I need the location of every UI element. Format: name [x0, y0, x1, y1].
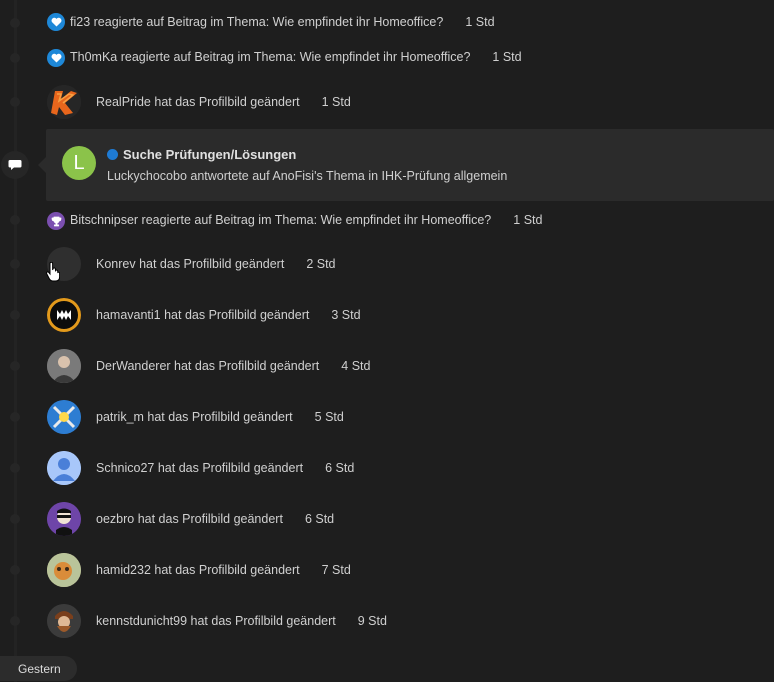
activity-text[interactable]: Schnico27 hat das Profilbild geändert	[96, 461, 303, 475]
activity-item[interactable]: RealPride hat das Profilbild geändert 1 S…	[96, 95, 351, 109]
timeline-dot	[10, 514, 20, 524]
day-separator-label: Gestern	[0, 656, 77, 681]
avatar[interactable]: L	[62, 146, 96, 180]
activity-text[interactable]: Th0mKa reagierte auf Beitrag im Thema: W…	[70, 50, 470, 64]
activity-text[interactable]: fi23 reagierte auf Beitrag im Thema: Wie…	[70, 15, 443, 29]
timeline-dot	[10, 97, 20, 107]
timeline-dot	[10, 463, 20, 473]
avatar[interactable]	[47, 451, 81, 485]
activity-time: 6 Std	[304, 512, 335, 526]
avatar[interactable]	[47, 349, 81, 383]
timeline-dot	[10, 565, 20, 575]
activity-item[interactable]: DerWanderer hat das Profilbild geändert 4…	[96, 359, 370, 373]
timeline-dot	[10, 310, 20, 320]
post-card[interactable]	[46, 129, 774, 201]
trophy-icon	[47, 212, 65, 230]
heart-icon	[47, 49, 65, 67]
activity-item[interactable]: fi23 reagierte auf Beitrag im Thema: Wie…	[70, 15, 495, 29]
activity-time: 1 Std	[465, 15, 495, 29]
activity-text[interactable]: Bitschnipser reagierte auf Beitrag im Th…	[70, 213, 491, 227]
activity-time: 5 Std	[314, 410, 344, 424]
post-title-link[interactable]: Suche Prüfungen/Lösungen	[107, 147, 296, 162]
activity-item[interactable]: oezbro hat das Profilbild geändert 6 Std	[96, 512, 334, 526]
activity-text[interactable]: hamid232 hat das Profilbild geändert	[96, 563, 300, 577]
card-arrow	[38, 157, 46, 173]
activity-item[interactable]: hamavanti1 hat das Profilbild geändert 3 …	[96, 308, 361, 322]
activity-item[interactable]: patrik_m hat das Profilbild geändert 5 St…	[96, 410, 344, 424]
timeline-dot	[10, 53, 20, 63]
avatar[interactable]	[47, 85, 81, 119]
timeline-dot	[10, 412, 20, 422]
activity-item[interactable]: Konrev hat das Profilbild geändert 2 Std	[96, 257, 336, 271]
avatar[interactable]	[47, 400, 81, 434]
post-subtitle[interactable]: Luckychocobo antwortete auf AnoFisi's Th…	[107, 169, 507, 183]
activity-text[interactable]: kennstdunicht99 hat das Profilbild geänd…	[96, 614, 336, 628]
activity-text[interactable]: DerWanderer hat das Profilbild geändert	[96, 359, 319, 373]
heart-icon	[47, 13, 65, 31]
activity-item[interactable]: Bitschnipser reagierte auf Beitrag im Th…	[70, 213, 542, 227]
avatar[interactable]	[47, 298, 81, 332]
activity-text[interactable]: hamavanti1 hat das Profilbild geändert	[96, 308, 309, 322]
chat-bubble-icon	[1, 151, 29, 179]
timeline-dot	[10, 18, 20, 28]
activity-time: 6 Std	[325, 461, 355, 475]
activity-text[interactable]: oezbro hat das Profilbild geändert	[96, 512, 283, 526]
activity-time: 9 Std	[357, 614, 387, 628]
activity-item[interactable]: hamid232 hat das Profilbild geändert 7 St…	[96, 563, 351, 577]
post-title[interactable]: Suche Prüfungen/Lösungen	[123, 147, 296, 162]
timeline-dot	[10, 215, 20, 225]
unread-indicator	[107, 149, 118, 160]
timeline-dot	[10, 361, 20, 371]
hand-cursor-icon	[46, 261, 61, 287]
activity-time: 3 Std	[331, 308, 361, 322]
activity-item[interactable]: Schnico27 hat das Profilbild geändert 6 S…	[96, 461, 354, 475]
timeline-dot	[10, 259, 20, 269]
activity-time: 2 Std	[306, 257, 336, 271]
activity-text[interactable]: RealPride hat das Profilbild geändert	[96, 95, 300, 109]
activity-time: 7 Std	[321, 563, 351, 577]
activity-item[interactable]: Th0mKa reagierte auf Beitrag im Thema: W…	[70, 50, 522, 64]
activity-time: 1 Std	[513, 213, 543, 227]
avatar[interactable]	[47, 553, 81, 587]
activity-text[interactable]: Konrev hat das Profilbild geändert	[96, 257, 284, 271]
activity-time: 4 Std	[341, 359, 371, 373]
avatar[interactable]	[47, 502, 81, 536]
timeline-dot	[10, 616, 20, 626]
activity-time: 1 Std	[492, 50, 522, 64]
activity-item[interactable]: kennstdunicht99 hat das Profilbild geänd…	[96, 614, 387, 628]
avatar[interactable]	[47, 604, 81, 638]
activity-time: 1 Std	[321, 95, 351, 109]
activity-text[interactable]: patrik_m hat das Profilbild geändert	[96, 410, 293, 424]
